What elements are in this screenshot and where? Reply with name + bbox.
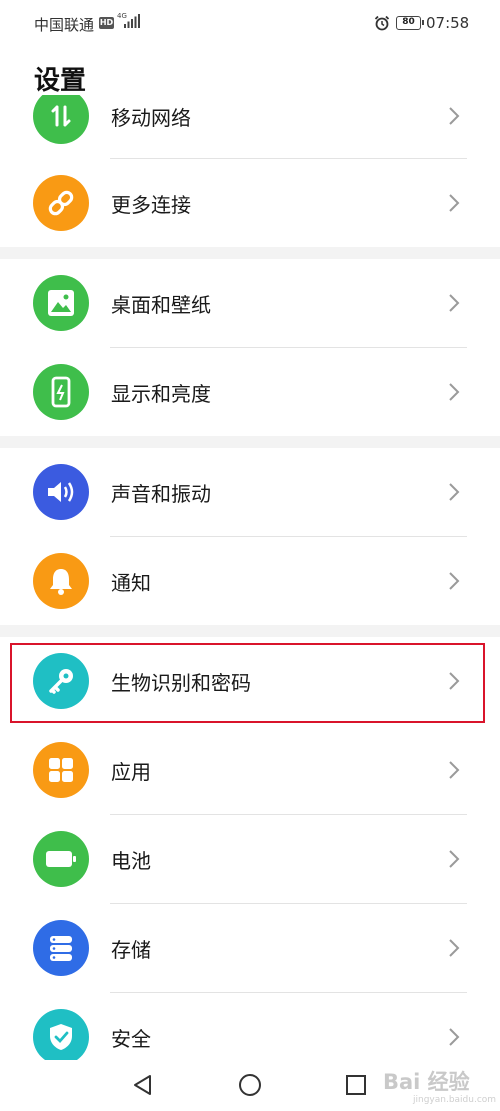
settings-item-battery[interactable]: 电池 (0, 815, 500, 903)
settings-item-label: 桌面和壁纸 (111, 293, 211, 317)
signal-strength-icon (124, 14, 140, 28)
section-gap (0, 247, 500, 259)
carrier-name: 中国联通 (34, 16, 95, 34)
settings-item-label: 应用 (111, 760, 151, 784)
chevron-right-icon (449, 107, 460, 125)
settings-item-label: 声音和振动 (111, 482, 211, 506)
chevron-right-icon (449, 939, 460, 957)
phone-brightness-icon (33, 364, 89, 420)
settings-item-label: 更多连接 (111, 193, 191, 217)
chevron-right-icon (449, 850, 460, 868)
settings-list: 移动网络 更多连接 桌面和壁纸 显示和亮度 声音和振动 通知 生物识别和密码 应… (0, 95, 500, 1060)
settings-item-apps[interactable]: 应用 (0, 726, 500, 814)
apps-grid-icon (33, 742, 89, 798)
chevron-right-icon (449, 572, 460, 590)
chevron-right-icon (449, 1028, 460, 1046)
section-gap (0, 436, 500, 448)
bell-icon (33, 553, 89, 609)
chevron-right-icon (449, 294, 460, 312)
page-title: 设置 (34, 66, 87, 96)
settings-item-label: 移动网络 (111, 106, 191, 130)
settings-item-storage[interactable]: 存储 (0, 904, 500, 992)
watermark-logo: Bai 经验 (383, 1070, 470, 1094)
settings-item-label: 存储 (111, 938, 151, 962)
settings-item-security[interactable]: 安全 (0, 993, 500, 1060)
chevron-right-icon (449, 194, 460, 212)
back-icon[interactable] (132, 1074, 154, 1096)
settings-item-label: 安全 (111, 1027, 151, 1051)
battery-indicator: 80 (396, 16, 424, 30)
settings-item-notifications[interactable]: 通知 (0, 537, 500, 625)
settings-item-wallpaper[interactable]: 桌面和壁纸 (0, 259, 500, 347)
status-time: 07:58 (426, 14, 470, 32)
shield-check-icon (33, 1009, 89, 1060)
alarm-clock-icon (374, 15, 390, 31)
image-icon (33, 275, 89, 331)
settings-item-label: 通知 (111, 571, 151, 595)
link-icon (33, 175, 89, 231)
settings-item-mobile-network[interactable]: 移动网络 (0, 95, 500, 160)
watermark-url: jingyan.baidu.com (413, 1095, 497, 1105)
home-icon[interactable] (238, 1073, 262, 1097)
recents-icon[interactable] (345, 1074, 367, 1096)
settings-item-sound[interactable]: 声音和振动 (0, 448, 500, 536)
chevron-right-icon (449, 761, 460, 779)
settings-item-label: 电池 (111, 849, 151, 873)
highlight-box (10, 643, 485, 723)
chevron-right-icon (449, 483, 460, 501)
data-arrows-icon (33, 95, 89, 144)
storage-icon (33, 920, 89, 976)
section-gap (0, 625, 500, 637)
status-bar: 中国联通 HD 4G 80 07:58 (0, 0, 500, 48)
settings-item-display[interactable]: 显示和亮度 (0, 348, 500, 436)
chevron-right-icon (449, 383, 460, 401)
speaker-icon (33, 464, 89, 520)
battery-icon (33, 831, 89, 887)
hd-badge: HD (99, 17, 114, 29)
settings-item-more-connections[interactable]: 更多连接 (0, 159, 500, 247)
settings-item-label: 显示和亮度 (111, 382, 211, 406)
